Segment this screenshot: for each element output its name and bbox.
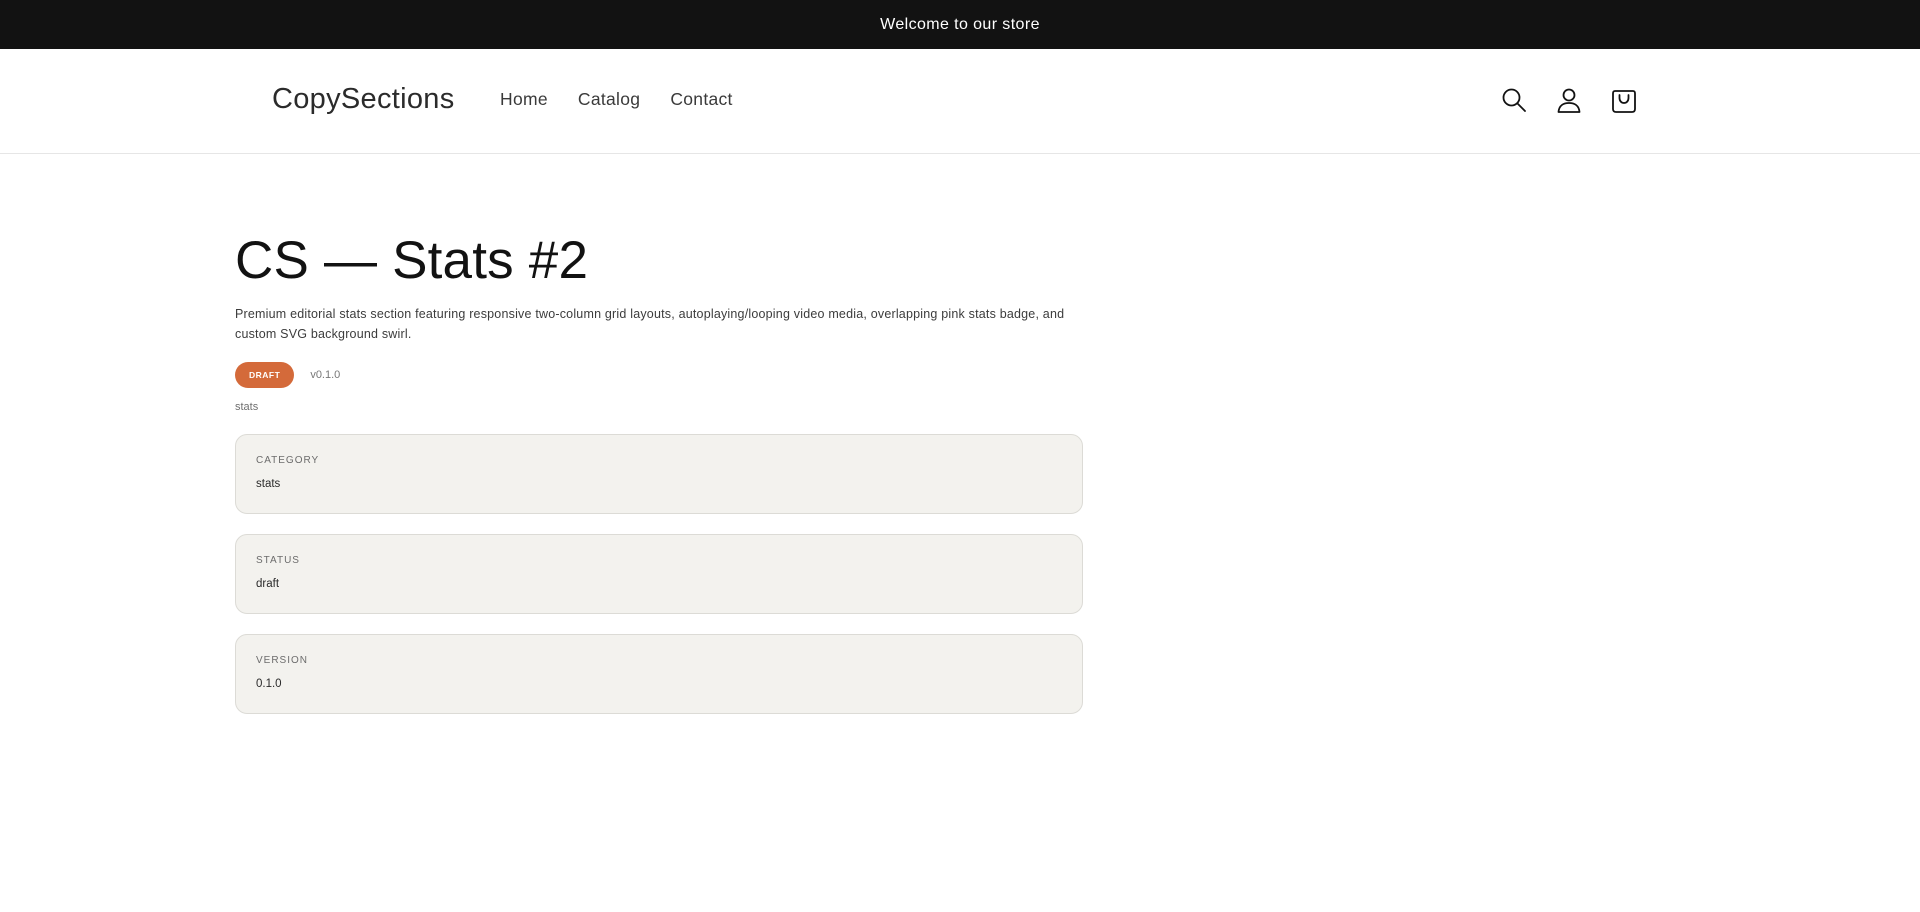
header-icons <box>1500 83 1638 117</box>
card-value: draft <box>256 578 280 591</box>
search-button[interactable] <box>1500 83 1528 117</box>
nav-catalog[interactable]: Catalog <box>578 89 640 110</box>
card-label: CATEGORY <box>256 455 320 467</box>
card-label: STATUS <box>256 555 300 567</box>
nav-home[interactable]: Home <box>500 89 548 110</box>
store-logo[interactable]: CopySections <box>272 83 455 116</box>
announcement-bar: Welcome to our store <box>0 0 1920 49</box>
meta-row: DRAFT v0.1.0 <box>235 362 1920 389</box>
account-icon <box>1557 88 1581 113</box>
card-value: stats <box>256 478 281 491</box>
cart-button[interactable] <box>1610 83 1638 117</box>
page-title: CS — Stats #2 <box>235 231 589 290</box>
category-card: CATEGORY stats <box>235 434 1083 515</box>
version-label: v0.1.0 <box>310 369 341 382</box>
main-content: CS — Stats #2 Premium editorial stats se… <box>0 154 1920 715</box>
page-description: Premium editorial stats section featurin… <box>235 307 1065 342</box>
card-value: 0.1.0 <box>256 678 282 691</box>
status-badge: DRAFT <box>235 362 295 389</box>
tag-label: stats <box>235 401 259 414</box>
account-button[interactable] <box>1555 83 1583 117</box>
site-header: CopySections Home Catalog Contact <box>0 49 1920 154</box>
card-label: VERSION <box>256 655 309 667</box>
announcement-text: Welcome to our store <box>880 15 1040 33</box>
cart-icon <box>1612 90 1636 113</box>
version-card: VERSION 0.1.0 <box>235 634 1083 715</box>
status-card: STATUS draft <box>235 534 1083 615</box>
search-icon <box>1502 88 1526 112</box>
nav-contact[interactable]: Contact <box>670 89 732 110</box>
main-nav: Home Catalog Contact <box>500 89 733 110</box>
